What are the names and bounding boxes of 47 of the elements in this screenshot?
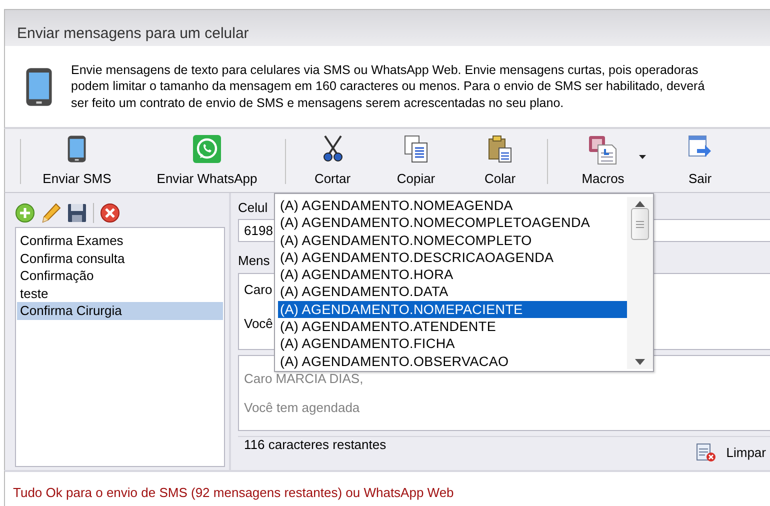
pencil-icon[interactable]	[41, 203, 61, 223]
info-text: Envie mensagens de texto para celulares via SMS ou WhatsApp Web. Envie mensagens curtas, pois operadoras podem limitar o tamanho da mensagem em 160 caracteres ou menos. Para o envio de SMS ser habilitado, deverá ser feito um contrato de envio de SMS e mensagens serem acrescentadas no seu plano.	[71, 62, 706, 112]
menu-item[interactable]: (A) AGENDAMENTO.DESCRICAOAGENDA	[278, 248, 627, 266]
menu-item[interactable]: (A) AGENDAMENTO.ATENDENTE	[278, 318, 627, 336]
field-label: Celul	[238, 199, 268, 217]
menu-item[interactable]: (A) AGENDAMENTO.NOMECOMPLETO	[278, 232, 627, 249]
message-line: Caro	[244, 282, 272, 297]
toolbar-button[interactable]: Colar	[457, 135, 543, 188]
menu-item[interactable]: (A) AGENDAMENTO.DATA	[278, 283, 627, 301]
list-item[interactable]: Confirma consulta	[17, 250, 223, 267]
menu-item[interactable]: (A) AGENDAMENTO.FICHA	[278, 335, 627, 353]
add-icon[interactable]	[15, 203, 35, 223]
menu-item[interactable]: (A) AGENDAMENTO.NOMEPACIENTE	[278, 300, 627, 318]
phone-icon	[25, 66, 53, 106]
chat-bubble-icon	[193, 135, 221, 163]
menu-item[interactable]: (A) AGENDAMENTO.NOMEAGENDA	[278, 197, 627, 214]
copy-icon	[403, 135, 429, 163]
document-icon	[588, 135, 618, 165]
list-item[interactable]: Confirmação	[17, 267, 223, 284]
toolbar-button[interactable]: Enviar SMS	[21, 135, 133, 188]
menu-item[interactable]: (A) AGENDAMENTO.HORA	[278, 266, 627, 284]
list-item[interactable]: Confirma Exames	[17, 232, 223, 250]
scissors-icon	[322, 135, 344, 163]
scrollbar-thumb[interactable]	[631, 208, 649, 240]
clipboard-icon	[487, 135, 513, 163]
save-icon[interactable]	[67, 203, 87, 223]
field-label: Mens	[238, 252, 270, 270]
menu-item[interactable]: (A) AGENDAMENTO.NOMECOMPLETOAGENDA	[278, 214, 627, 232]
notepad-icon	[696, 442, 716, 462]
menu-item[interactable]: (A) AGENDAMENTO.OBSERVACAO	[278, 352, 627, 370]
toolbar-button[interactable]: Sair	[654, 135, 746, 188]
list-item[interactable]: Confirma Cirurgia	[17, 302, 223, 320]
list-item[interactable]: teste	[17, 284, 223, 302]
preview-line: Caro MARCIA DIAS,	[244, 371, 364, 386]
toolbar-button[interactable]: Cortar	[290, 135, 375, 188]
delete-icon[interactable]	[100, 203, 120, 223]
clear-button[interactable]: Limpar	[696, 442, 770, 462]
toolbar-button[interactable]: Enviar WhatsApp	[133, 135, 281, 188]
preview-line: Você tem agendada	[244, 400, 360, 416]
phone-icon	[67, 135, 87, 163]
character-count: 116 caracteres restantes	[244, 436, 386, 452]
toolbar-button[interactable]: Macros	[552, 135, 654, 188]
window-title: Enviar mensagens para um celular	[17, 25, 249, 42]
scroll-down-icon[interactable]	[635, 359, 645, 365]
status-text: Tudo Ok para o envio de SMS (92 mensagens restantes) ou WhatsApp Web	[13, 484, 454, 500]
toolbar-button[interactable]: Copiar	[375, 135, 457, 188]
message-line: Você	[244, 316, 273, 331]
